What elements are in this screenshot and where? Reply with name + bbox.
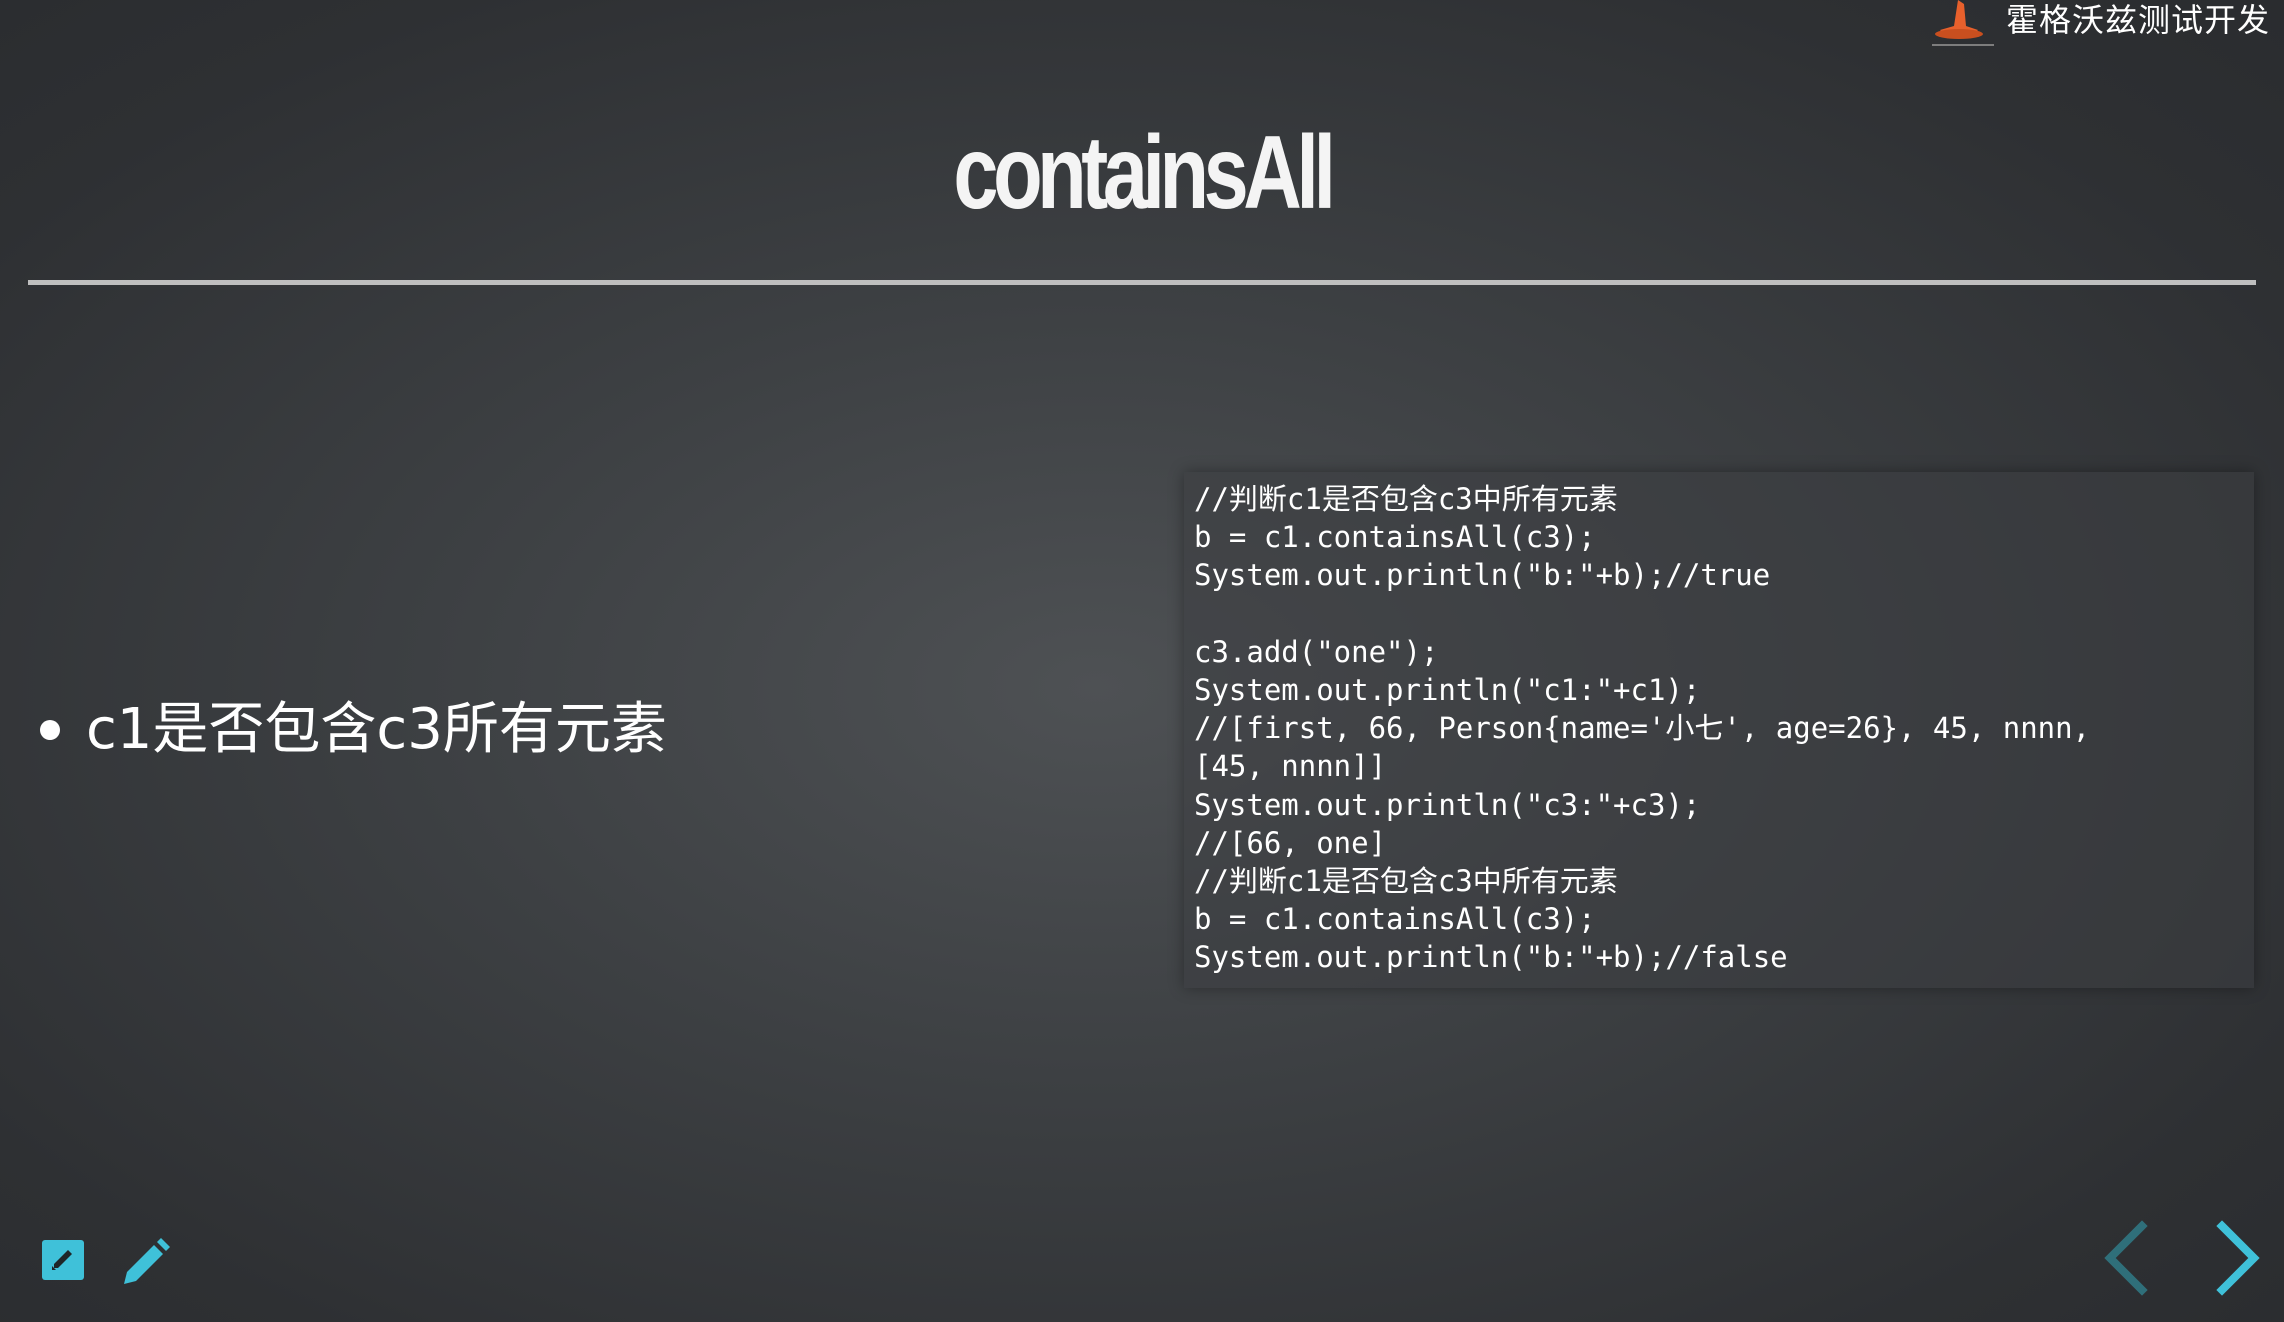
brand: 霍格沃兹测试开发 bbox=[1928, 0, 2270, 52]
wizard-hat-icon bbox=[1928, 0, 1998, 52]
chevron-right-icon bbox=[2216, 1220, 2260, 1296]
title-divider bbox=[28, 280, 2256, 285]
code-line: b = c1.containsAll(c3); bbox=[1194, 520, 1596, 555]
slide-title: containsAll bbox=[953, 115, 1336, 231]
code-line: //判断c1是否包含c3中所有元素 bbox=[1194, 863, 1618, 898]
bullet-dot bbox=[40, 720, 60, 740]
code-line: //[66, one] bbox=[1194, 825, 1387, 860]
bullet-item: c1是否包含c3所有元素 bbox=[40, 690, 667, 770]
code-line: System.out.println("c1:"+c1); bbox=[1194, 672, 1701, 707]
bullet-list: c1是否包含c3所有元素 bbox=[40, 690, 667, 770]
code-line: //[first, 66, Person{name='小七', age=26},… bbox=[1194, 711, 2091, 746]
brand-name: 霍格沃兹测试开发 bbox=[2005, 1, 2270, 39]
code-line: [45, nnnn]] bbox=[1194, 749, 1387, 784]
next-slide-button[interactable] bbox=[2204, 1216, 2268, 1300]
chevron-left-icon bbox=[2104, 1220, 2148, 1296]
pencil-button[interactable] bbox=[118, 1236, 170, 1288]
edit-note-button[interactable] bbox=[40, 1236, 92, 1288]
code-line: System.out.println("c3:"+c3); bbox=[1194, 787, 1701, 822]
code-line: System.out.println("b:"+b);//true bbox=[1194, 558, 1771, 593]
code-line: //判断c1是否包含c3中所有元素 bbox=[1194, 482, 1618, 516]
code-line: System.out.println("b:"+b);//false bbox=[1194, 940, 1788, 975]
code-line: c3.add("one"); bbox=[1194, 634, 1439, 669]
prev-slide-button[interactable] bbox=[2096, 1216, 2160, 1300]
edit-note-icon bbox=[42, 1240, 84, 1280]
pencil-icon bbox=[124, 1238, 170, 1284]
code-line: b = c1.containsAll(c3); bbox=[1194, 902, 1596, 937]
bullet-text: c1是否包含c3所有元素 bbox=[86, 697, 667, 762]
code-block: //判断c1是否包含c3中所有元素 b = c1.containsAll(c3)… bbox=[1184, 472, 2254, 988]
